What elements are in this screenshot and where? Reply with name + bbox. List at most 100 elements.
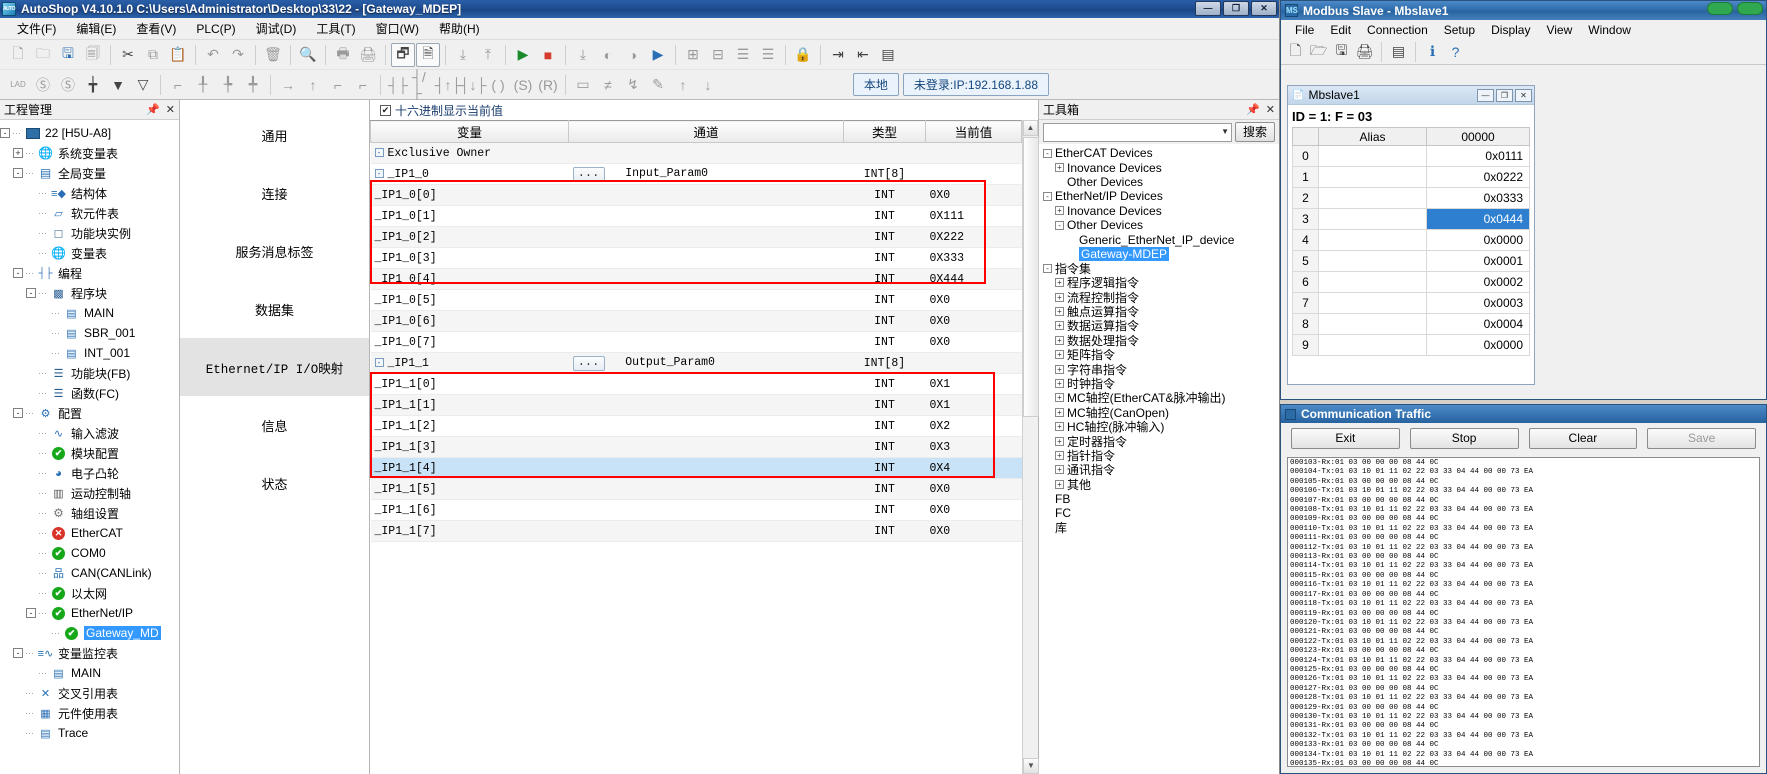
toolbox-tree-item-2[interactable]: Other Devices [1039, 175, 1279, 189]
mbslave-register-table[interactable]: Alias 00000 0 0x0111 1 0x0222 2 0x0333 3 0x0444… [1292, 127, 1530, 356]
align-left-icon[interactable]: ☰ [731, 43, 755, 67]
toolbox-expander-icon[interactable]: + [1055, 292, 1064, 302]
comm-traffic-buttons[interactable]: Exit Stop Clear Save [1281, 423, 1766, 453]
cell-channel[interactable] [568, 478, 844, 500]
menu-file[interactable]: 文件(F) [8, 17, 65, 40]
toolbox-expander-icon[interactable]: + [1055, 206, 1064, 216]
modbus-toolbar[interactable]: 🗋 🗁 🖫 🖨 ▤ ℹ ? [1281, 39, 1766, 65]
search-icon[interactable]: 🔍 [296, 43, 320, 67]
project-tree-item-6[interactable]: ··· 🌐 变量表 [0, 243, 179, 263]
zoom-in-icon[interactable]: ⊞ [681, 43, 705, 67]
mbslave-close-button[interactable]: ✕ [1515, 88, 1532, 102]
menu-tools[interactable]: 工具(T) [307, 17, 364, 40]
category-dataset[interactable]: 数据集 [180, 280, 369, 338]
mbslave-row[interactable]: 6 0x0002 [1292, 271, 1530, 293]
cell-variable[interactable]: _IP1_0[4] [370, 268, 569, 290]
chevron-down-icon[interactable]: ▼ [1221, 127, 1229, 136]
toolbox-expander-icon[interactable]: - [1043, 263, 1052, 273]
toolbox-header-buttons[interactable]: 📌 ✕ [1246, 103, 1275, 116]
table-row[interactable]: _IP1_1[1] INT 0X1 [370, 394, 1022, 416]
project-tree-item-18[interactable]: ··· ▥ 运动控制轴 [0, 483, 179, 503]
corner2-icon[interactable]: ⌐ [351, 73, 375, 97]
cell-channel[interactable] [568, 499, 844, 521]
mbslave-row-value[interactable]: 0x0111 [1426, 145, 1530, 167]
table-row[interactable]: _IP1_1[2] INT 0X2 [370, 415, 1022, 437]
mbslave-row-value[interactable]: 0x0000 [1426, 334, 1530, 356]
mbslave-col-alias[interactable]: Alias [1318, 127, 1427, 146]
cell-current-value[interactable] [925, 142, 1022, 164]
mbslave-row[interactable]: 4 0x0000 [1292, 229, 1530, 251]
copy-icon[interactable]: ⧉ [141, 43, 165, 67]
project-tree-item-17[interactable]: ··· ◕ 电子凸轮 [0, 463, 179, 483]
project-tree-item-25[interactable]: ··· ✔ Gateway_MD [0, 623, 179, 643]
project-tree-item-10[interactable]: ··· ▤ SBR_001 [0, 323, 179, 343]
close-button[interactable]: ✕ [1251, 1, 1277, 16]
pin-icon[interactable]: 📌 [1246, 103, 1260, 116]
category-info[interactable]: 信息 [180, 396, 369, 454]
mbslave-row[interactable]: 8 0x0004 [1292, 313, 1530, 335]
stop-button[interactable]: Stop [1409, 427, 1519, 449]
coil-icon[interactable]: ( ) [486, 73, 510, 97]
cell-current-value[interactable]: 0X0 [925, 520, 1022, 542]
open-icon[interactable]: 🗁 [1308, 41, 1329, 62]
io-table-scrollbar[interactable]: ▲ ▼ [1022, 120, 1039, 774]
cell-variable[interactable]: - _IP1_1 [370, 352, 569, 374]
project-tree-item-16[interactable]: ··· ✔ 模块配置 [0, 443, 179, 463]
modbus-menu-view[interactable]: View [1538, 21, 1580, 39]
mbslave-row-alias[interactable] [1318, 166, 1427, 188]
modbus-menu-setup[interactable]: Setup [1436, 21, 1483, 39]
logout-arrow-icon[interactable]: ⇤ [851, 43, 875, 67]
table-row[interactable]: _IP1_0[1] INT 0X111 [370, 205, 1022, 227]
project-tree-item-24[interactable]: - ··· ✔ EtherNet/IP [0, 603, 179, 623]
online-edit-icon[interactable]: ▶ [646, 43, 670, 67]
mbslave-row-value[interactable]: 0x0003 [1426, 292, 1530, 314]
contact-no-icon[interactable]: ┤├ [386, 73, 410, 97]
mbslave-row-alias[interactable] [1318, 334, 1427, 356]
toolbox-search-row[interactable]: ▼ 搜索 [1039, 120, 1279, 144]
cell-current-value[interactable]: 0X4 [925, 457, 1022, 479]
save-all-icon[interactable]: 🗐 [81, 43, 105, 67]
new-icon[interactable]: 🗋 [1285, 41, 1306, 62]
mbslave-row[interactable]: 5 0x0001 [1292, 250, 1530, 272]
close-icon[interactable]: ✕ [166, 103, 175, 116]
channel-browse-button[interactable]: ... [572, 355, 605, 371]
mbslave-row-value[interactable]: 0x0001 [1426, 250, 1530, 272]
print-preview-icon[interactable]: 🖶 [331, 43, 355, 67]
table-row[interactable]: _IP1_1[3] INT 0X3 [370, 436, 1022, 458]
toolbox-tree-item-1[interactable]: + Inovance Devices [1039, 160, 1279, 175]
toolbox-search-button[interactable]: 搜索 [1235, 122, 1275, 142]
tree-expander-icon[interactable]: - [13, 268, 23, 278]
tree-expander-icon[interactable]: - [13, 648, 23, 658]
cell-current-value[interactable]: 0X0 [925, 289, 1022, 311]
project-tree-item-27[interactable]: ··· ▤ MAIN [0, 663, 179, 683]
cell-current-value[interactable]: 0X222 [925, 226, 1022, 248]
row-expander-icon[interactable]: - [374, 168, 384, 178]
login-arrow-icon[interactable]: ⇥ [826, 43, 850, 67]
save-icon[interactable]: 🖫 [1331, 41, 1352, 62]
lad-icon[interactable]: LAD [6, 73, 30, 97]
branch-right-icon[interactable]: ╇ [241, 73, 265, 97]
menu-window[interactable]: 窗口(W) [367, 17, 428, 40]
cell-channel[interactable] [568, 520, 844, 542]
branch-left-icon[interactable]: ╄ [216, 73, 240, 97]
cell-variable[interactable]: _IP1_0[7] [370, 331, 569, 353]
login-status-group[interactable]: 本地 未登录:IP:192.168.1.88 [852, 73, 1049, 96]
mbslave-row-value[interactable]: 0x0333 [1426, 187, 1530, 209]
mbslave-row[interactable]: 1 0x0222 [1292, 166, 1530, 188]
project-tree-item-20[interactable]: ··· ✕ EtherCAT [0, 523, 179, 543]
mbslave-maximize-button[interactable]: ❐ [1496, 88, 1513, 102]
stop-icon[interactable]: ■ [536, 43, 560, 67]
project-tree-item-0[interactable]: - ··· 22 [H5U-A8] [0, 123, 179, 143]
compile-all-icon[interactable]: ⤒ [476, 43, 500, 67]
align-right-icon[interactable]: ☰ [756, 43, 780, 67]
cell-variable[interactable]: _IP1_1[0] [370, 373, 569, 395]
autoshop-toolbar-primary[interactable]: 🗋 🗀 🖫 🗐 ✂ ⧉ 📋 ↶ ↷ 🗑 🔍 🖶 🖨 🗗 🗎 ⤓ ⤒ ▶ ■ ⤓ … [0, 40, 1279, 70]
scroll-up-button[interactable]: ▲ [1023, 120, 1038, 136]
mbslave-row-alias[interactable] [1318, 229, 1427, 251]
step-icon[interactable]: ⤓ [571, 43, 595, 67]
cell-current-value[interactable]: 0X3 [925, 436, 1022, 458]
branch-down-icon[interactable]: ╀ [191, 73, 215, 97]
table-row[interactable]: _IP1_1[4] INT 0X4 [370, 457, 1022, 479]
cell-channel[interactable] [568, 142, 844, 164]
toolbox-expander-icon[interactable]: - [1055, 220, 1064, 230]
